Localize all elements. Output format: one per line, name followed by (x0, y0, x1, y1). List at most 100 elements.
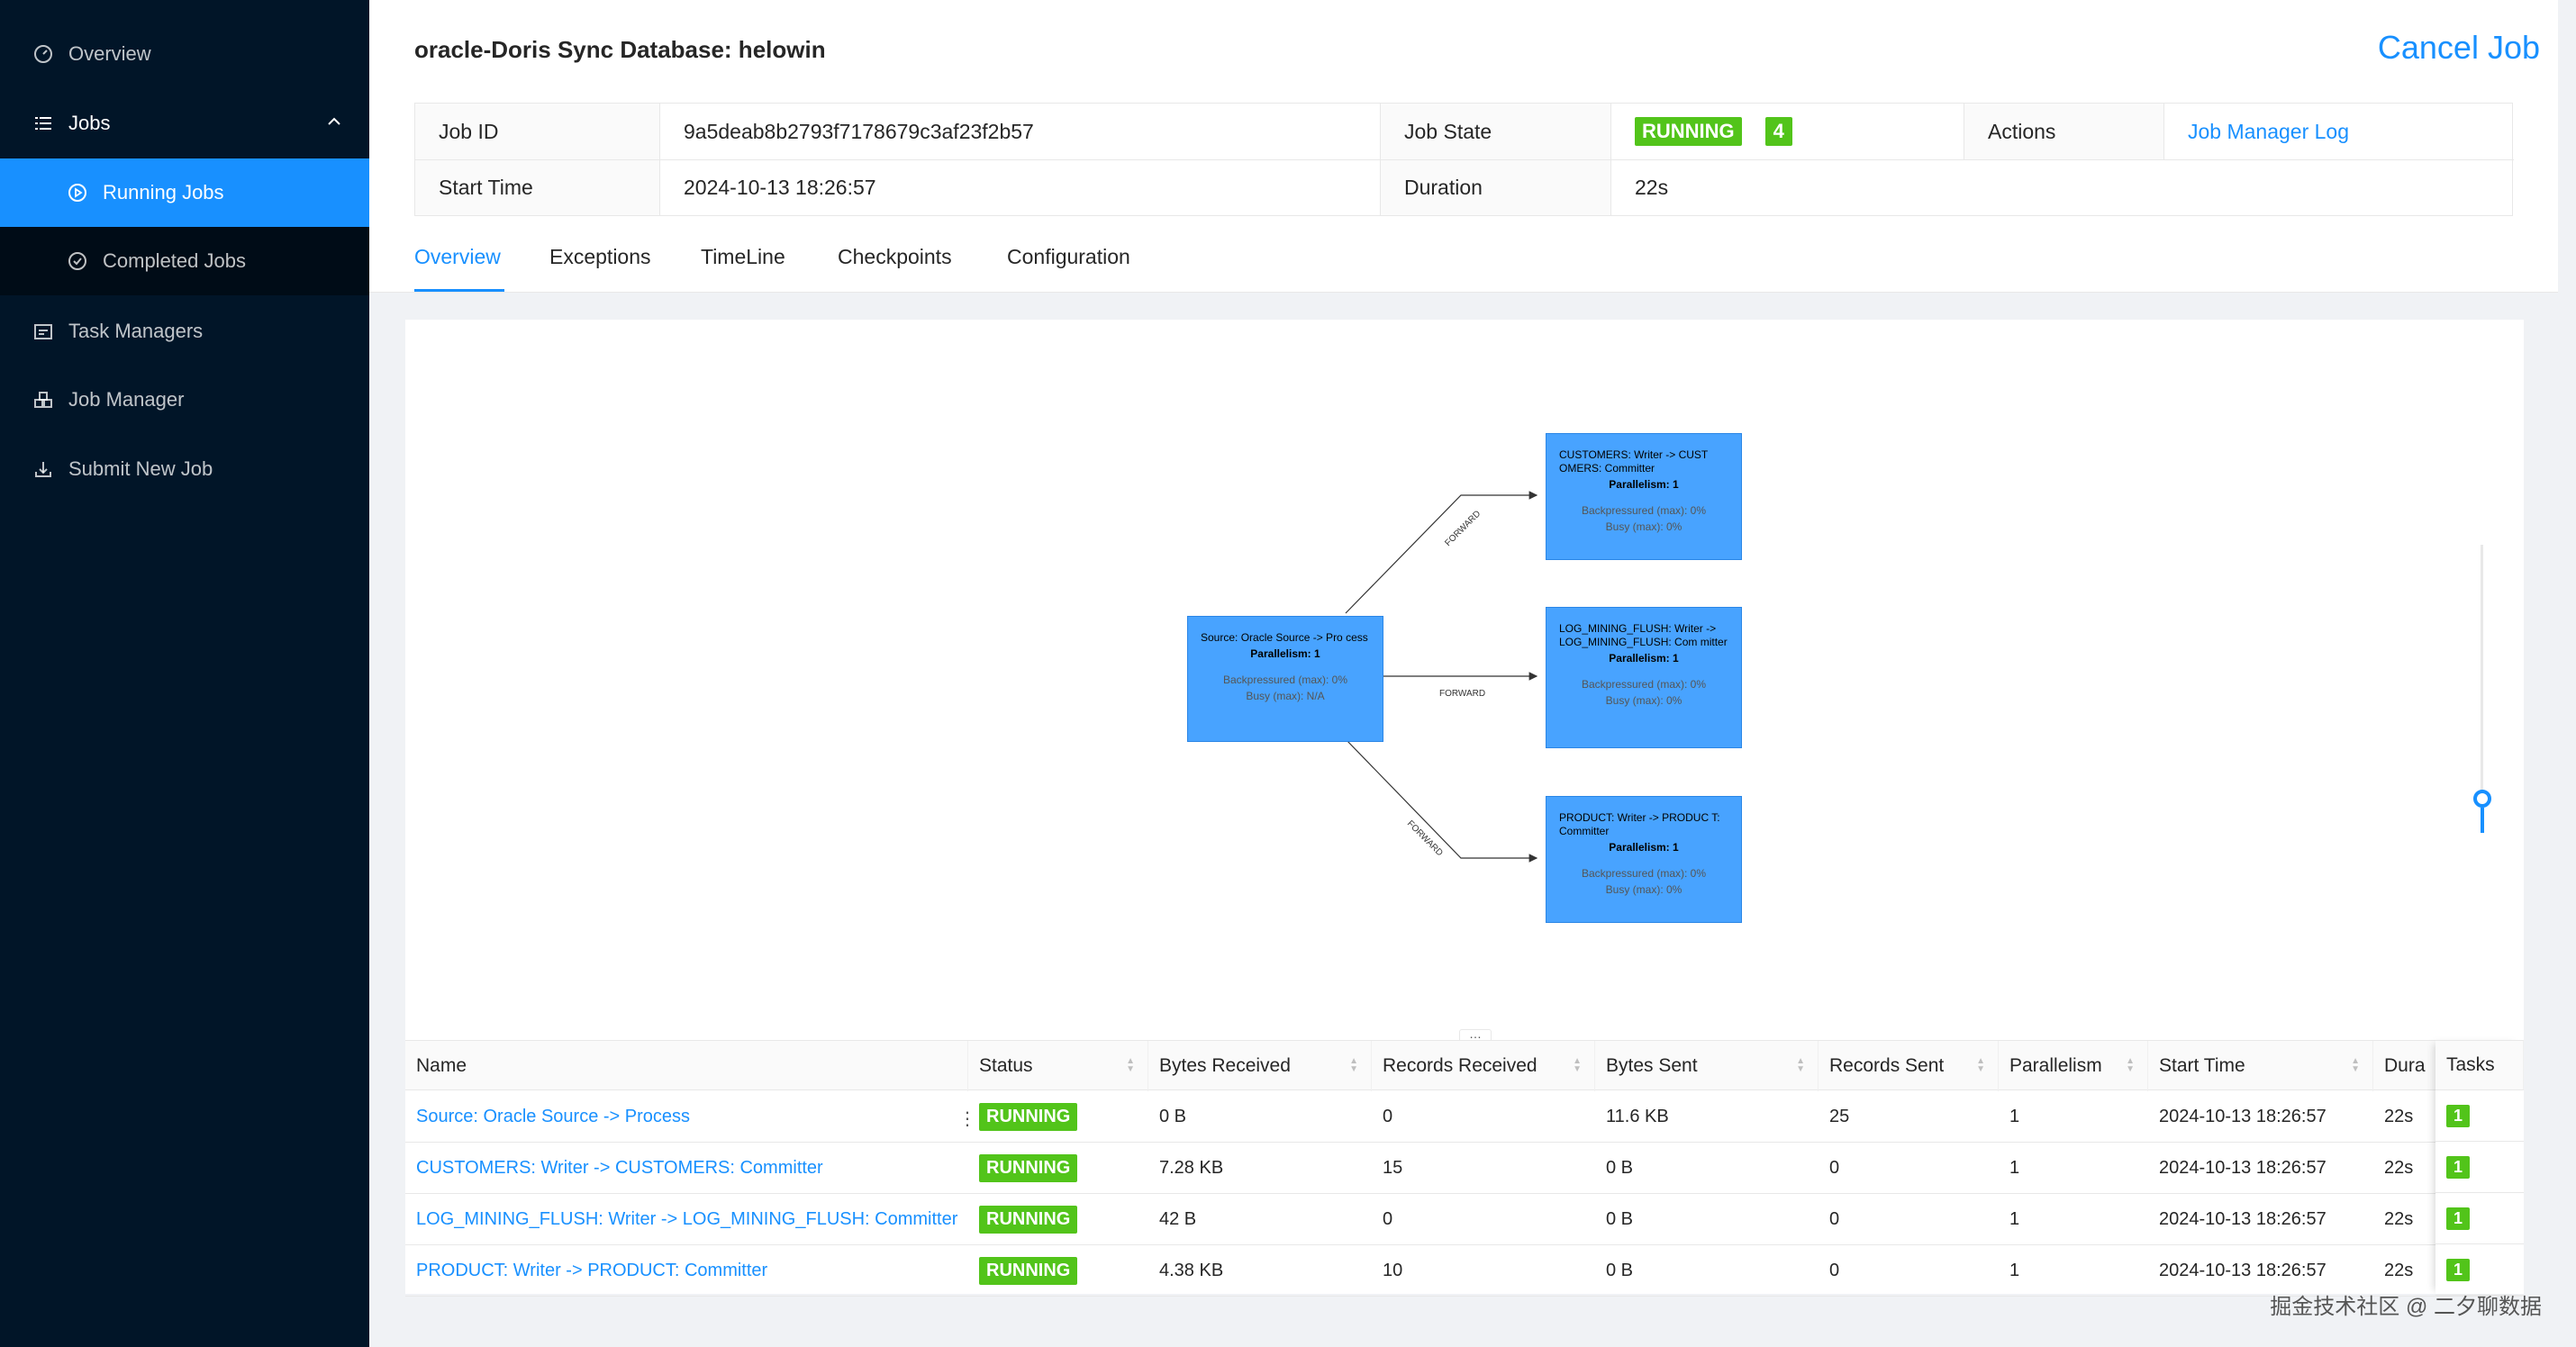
job-manager-log-link[interactable]: Job Manager Log (2188, 120, 2349, 144)
sidebar-item-running-jobs[interactable]: Running Jobs (0, 158, 369, 227)
cell-parallelism: 1 (2009, 1106, 2020, 1126)
status-badge: RUNNING (979, 1102, 1078, 1131)
cell-records-sent: 25 (1829, 1106, 1850, 1126)
actions-label: Actions (1964, 104, 2164, 159)
sidebar-item-label: Running Jobs (103, 181, 224, 203)
table-row[interactable]: Source: Oracle Source -> Process RUNNING 0… (405, 1091, 2524, 1143)
column-header-parallelism[interactable]: Parallelism ▲ ▼ (1999, 1041, 2148, 1091)
cell-bytes-sent: 0 B (1606, 1157, 1634, 1178)
list-icon (32, 113, 54, 134)
node-backpressure: Backpressured (max): 0% (1581, 678, 1707, 691)
sidebar-item-overview[interactable]: Overview (0, 20, 369, 88)
watermark: 掘金技术社区 @ 二夕聊数据 (2270, 1295, 2542, 1319)
cell-start-time: 2024-10-13 18:26:57 (2159, 1106, 2327, 1126)
node-parallelism: Parallelism: 1 (1609, 652, 1679, 664)
sidebar-item-label: Job Manager (68, 388, 185, 411)
cell-duration: 22s (2384, 1208, 2414, 1229)
tab-configuration[interactable]: Configuration (1007, 245, 1130, 269)
vertex-name-link[interactable]: Source: Oracle Source -> Process (416, 1107, 690, 1127)
play-circle-icon (67, 182, 88, 203)
cell-bytes-received: 0 B (1159, 1106, 1187, 1126)
column-header-records-sent[interactable]: Records Sent ▲ ▼ (1819, 1041, 1999, 1091)
column-header-status[interactable]: Status ▲ ▼ (968, 1041, 1148, 1091)
cell-records-received: 10 (1383, 1260, 1403, 1280)
column-header-label: Bytes Sent (1606, 1055, 1698, 1076)
vertex-name-link[interactable]: CUSTOMERS: Writer -> CUSTOMERS: Committe… (416, 1158, 823, 1179)
tab-exceptions[interactable]: Exceptions (549, 245, 651, 269)
node-busy: Busy (max): 0% (1605, 883, 1683, 896)
cell-status: RUNNING (968, 1143, 1148, 1193)
table-row[interactable]: PRODUCT: Writer -> PRODUCT: Committer RUN… (405, 1245, 2524, 1297)
column-header-records-received[interactable]: Records Received ▲ ▼ (1372, 1041, 1595, 1091)
edge-label: FORWARD (1405, 818, 1445, 858)
sidebar: Overview Jobs Running Jobs Completed Job… (0, 0, 369, 1347)
cell-tasks: 1 (2435, 1194, 2524, 1244)
graph-node-source[interactable]: Source: Oracle Source -> Pro cess Parall… (1187, 616, 1383, 742)
sidebar-item-jobs[interactable]: Jobs (0, 89, 369, 158)
more-vertical-icon[interactable]: ⋮ (958, 1107, 976, 1130)
tab-timeline[interactable]: TimeLine (701, 245, 785, 269)
start-time-value: 2024-10-13 18:26:57 (660, 159, 1381, 215)
duration-label: Duration (1381, 159, 1611, 215)
tab-checkpoints[interactable]: Checkpoints (838, 245, 952, 269)
sidebar-item-submit-new-job[interactable]: Submit New Job (0, 435, 369, 503)
graph-node-customers[interactable]: CUSTOMERS: Writer -> CUST OMERS: Committ… (1546, 433, 1742, 560)
node-parallelism: Parallelism: 1 (1609, 478, 1679, 491)
sort-icon: ▲ ▼ (1126, 1056, 1135, 1074)
graph-node-log-mining-flush[interactable]: LOG_MINING_FLUSH: Writer -> LOG_MINING_F… (1546, 607, 1742, 748)
vertex-name-link[interactable]: LOG_MINING_FLUSH: Writer -> LOG_MINING_F… (416, 1209, 957, 1230)
cell-records-received: 0 (1383, 1106, 1393, 1126)
status-badge: RUNNING (979, 1256, 1078, 1285)
chevron-up-icon (326, 112, 342, 135)
column-header-bytes-received[interactable]: Bytes Received ▲ ▼ (1148, 1041, 1372, 1091)
cell-name: PRODUCT: Writer -> PRODUCT: Committer (405, 1245, 968, 1296)
actions-value: Job Manager Log (2164, 104, 2514, 159)
column-header-start-time[interactable]: Start Time ▲ ▼ (2148, 1041, 2373, 1091)
column-header-tasks[interactable]: Tasks (2435, 1040, 2524, 1090)
edge-to-customers (1345, 491, 1538, 614)
page-title: oracle-Doris Sync Database: helowin (414, 36, 826, 63)
cluster-icon (32, 389, 54, 411)
node-title: LOG_MINING_FLUSH: Writer -> LOG_MINING_F… (1559, 622, 1728, 648)
job-graph[interactable]: FORWARD FORWARD FORWARD Source: Oracle S… (405, 320, 2524, 1040)
job-id-value: 9a5deab8b2793f7178679c3af23f2b57 (660, 104, 1381, 159)
node-title: PRODUCT: Writer -> PRODUC T: Committer (1559, 811, 1720, 837)
cell-start-time: 2024-10-13 18:26:57 (2159, 1208, 2327, 1229)
cell-records-sent: 0 (1829, 1157, 1840, 1178)
cell-parallelism: 1 (2009, 1157, 2020, 1178)
sort-icon: ▲ ▼ (1573, 1056, 1582, 1074)
cell-bytes-received: 42 B (1159, 1208, 1197, 1229)
sidebar-item-job-manager[interactable]: Job Manager (0, 366, 369, 434)
vertex-name-link[interactable]: PRODUCT: Writer -> PRODUCT: Committer (416, 1261, 767, 1281)
cell-records-sent: 0 (1829, 1208, 1840, 1229)
tab-overview[interactable]: Overview (414, 245, 501, 269)
tasks-badge: 1 (2446, 1105, 2471, 1127)
tasks-badge: 1 (2446, 1259, 2471, 1281)
column-header-bytes-sent[interactable]: Bytes Sent ▲ ▼ (1595, 1041, 1819, 1091)
table-row[interactable]: CUSTOMERS: Writer -> CUSTOMERS: Committe… (405, 1143, 2524, 1194)
vertices-table: … Name Status ▲ ▼ Bytes Received ▲ ▼ Recor… (405, 1027, 2524, 1297)
zoom-slider-handle[interactable] (2473, 790, 2491, 808)
node-busy: Busy (max): 0% (1605, 694, 1683, 707)
job-descriptions: Job ID 9a5deab8b2793f7178679c3af23f2b57 … (414, 103, 2514, 216)
sidebar-item-label: Overview (68, 42, 151, 65)
cell-name: Source: Oracle Source -> Process (405, 1091, 968, 1142)
cancel-job-button[interactable]: Cancel Job (2378, 29, 2540, 67)
job-header: oracle-Doris Sync Database: helowin Canc… (369, 0, 2558, 293)
column-header-duration[interactable]: Dura (2373, 1041, 2436, 1091)
sidebar-item-completed-jobs[interactable]: Completed Jobs (0, 227, 369, 295)
tasks-column: Tasks 1 1 1 1 (2435, 1040, 2524, 1296)
tasks-badge: 1 (2446, 1207, 2471, 1230)
column-header-label: Parallelism (2009, 1055, 2102, 1076)
sidebar-item-label: Completed Jobs (103, 249, 246, 272)
node-parallelism: Parallelism: 1 (1250, 647, 1320, 660)
status-badge: RUNNING (979, 1205, 1078, 1234)
status-badge: RUNNING (979, 1153, 1078, 1182)
graph-node-product[interactable]: PRODUCT: Writer -> PRODUC T: Committer P… (1546, 796, 1742, 923)
cell-parallelism: 1 (2009, 1208, 2020, 1229)
graph-edges: FORWARD FORWARD FORWARD (1345, 491, 1538, 863)
sidebar-item-task-managers[interactable]: Task Managers (0, 297, 369, 366)
table-row[interactable]: LOG_MINING_FLUSH: Writer -> LOG_MINING_F… (405, 1194, 2524, 1245)
column-header-name[interactable]: Name (405, 1041, 968, 1091)
node-title: Source: Oracle Source -> Pro cess (1201, 631, 1368, 644)
